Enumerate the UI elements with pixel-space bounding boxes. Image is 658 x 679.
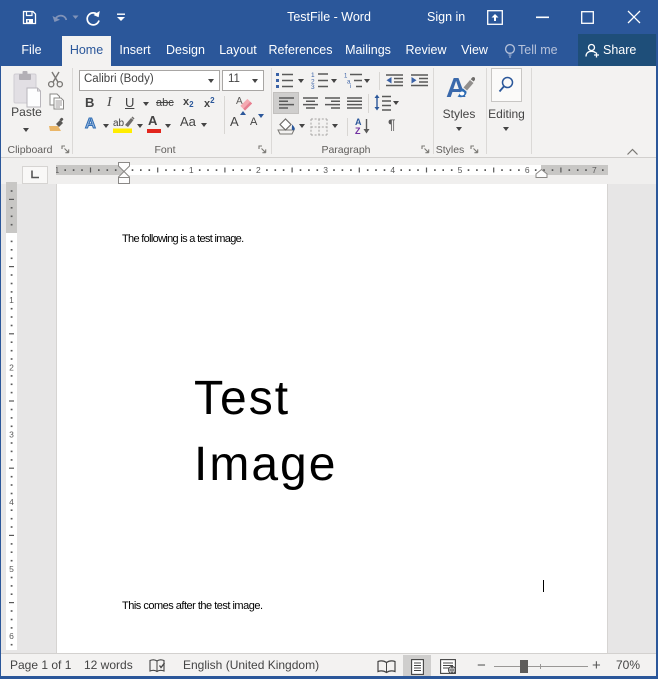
svg-text:i: i xyxy=(350,84,351,88)
svg-text:4: 4 xyxy=(9,497,14,507)
svg-text:Z: Z xyxy=(355,126,361,135)
svg-text:7: 7 xyxy=(592,165,597,175)
svg-text:2: 2 xyxy=(9,362,14,372)
svg-text:ab: ab xyxy=(113,118,125,129)
svg-text:5: 5 xyxy=(458,165,463,175)
svg-text:1: 1 xyxy=(9,295,14,305)
svg-text:3: 3 xyxy=(323,165,328,175)
svg-text:3: 3 xyxy=(311,84,315,89)
svg-text:1: 1 xyxy=(189,165,194,175)
svg-text:2: 2 xyxy=(256,165,261,175)
svg-text:5: 5 xyxy=(9,564,14,574)
svg-text:A: A xyxy=(446,72,466,103)
svg-text:4: 4 xyxy=(390,165,395,175)
svg-text:1: 1 xyxy=(56,165,59,175)
svg-text:3: 3 xyxy=(9,430,14,440)
svg-text:6: 6 xyxy=(525,165,530,175)
svg-text:6: 6 xyxy=(9,631,14,641)
